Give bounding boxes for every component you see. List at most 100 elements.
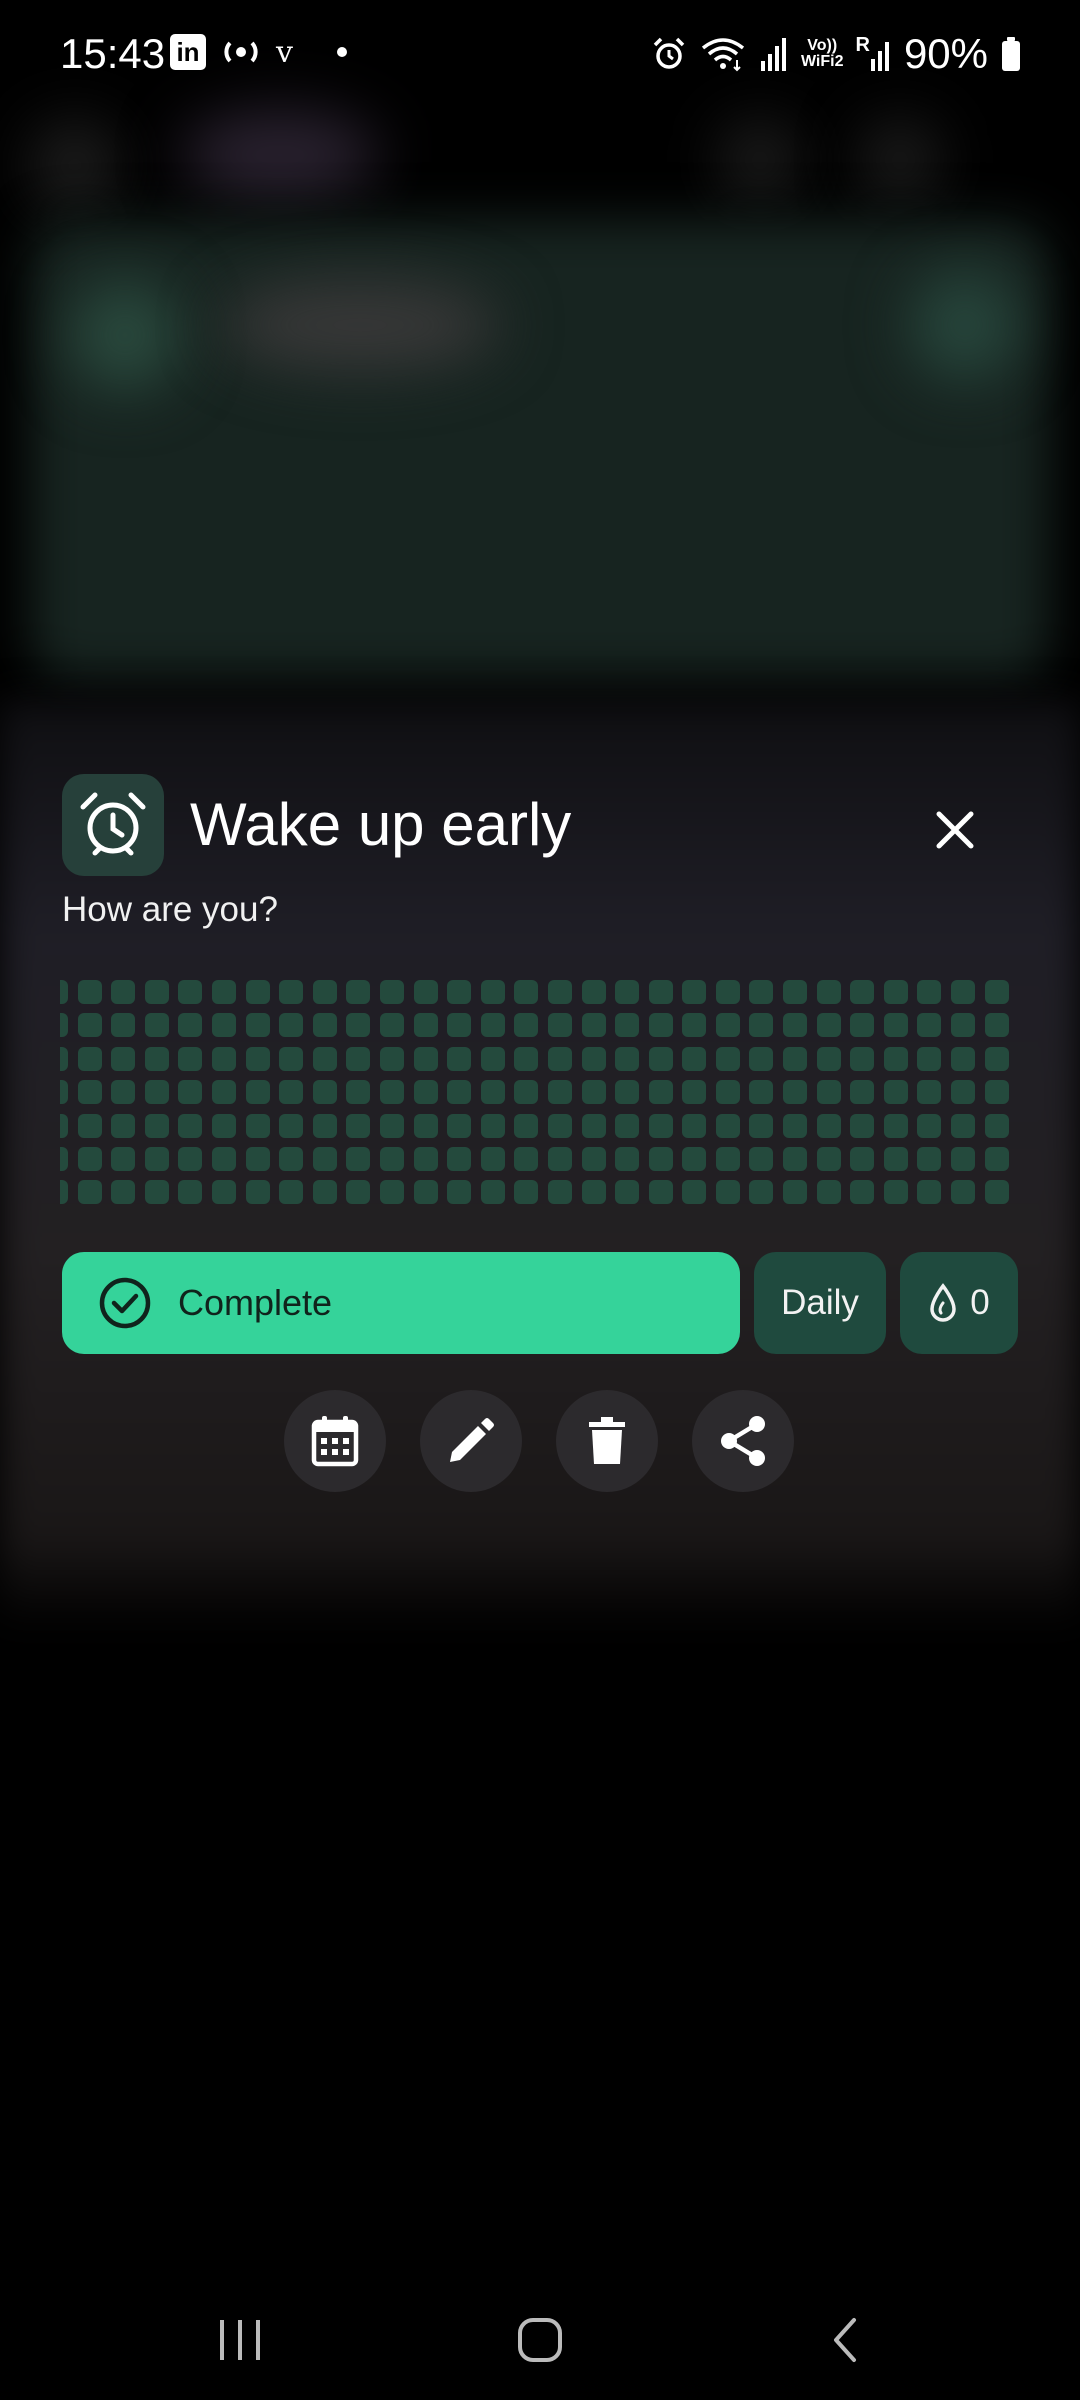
habit-icon-box: [62, 774, 164, 876]
frequency-chip[interactable]: Daily: [754, 1252, 886, 1354]
habit-title: Wake up early: [190, 791, 572, 858]
heatmap-cell: [111, 1013, 136, 1038]
heatmap-cell: [346, 1113, 371, 1138]
heatmap-cell: [783, 1146, 808, 1171]
recent-apps-button[interactable]: [190, 2300, 290, 2380]
v-icon: v: [276, 34, 293, 70]
heatmap-cell: [447, 1146, 472, 1171]
heatmap-cell: [615, 980, 640, 1004]
home-button[interactable]: [490, 2300, 590, 2380]
heatmap-cell: [379, 980, 404, 1004]
heatmap-cell: [883, 1146, 908, 1171]
heatmap-cell: [615, 1013, 640, 1038]
heatmap-cell: [749, 1080, 774, 1105]
share-button[interactable]: [692, 1390, 794, 1492]
heatmap-cell: [547, 1180, 572, 1205]
heatmap-cell: [245, 1146, 270, 1171]
heatmap-cell: [984, 1146, 1009, 1171]
wifi-icon: [701, 38, 745, 72]
heatmap-cell: [715, 1046, 740, 1071]
heatmap-cell: [279, 1046, 304, 1071]
heatmap-cell: [77, 980, 102, 1004]
heatmap-cell: [245, 980, 270, 1004]
heatmap-cell: [144, 980, 169, 1004]
heatmap-cell: [346, 1146, 371, 1171]
heatmap-cell: [917, 1080, 942, 1105]
heatmap-cell: [60, 1113, 68, 1138]
heatmap-cell: [413, 1046, 438, 1071]
delete-button[interactable]: [556, 1390, 658, 1492]
heatmap-cell: [917, 1146, 942, 1171]
heatmap-cell: [413, 1113, 438, 1138]
heatmap-cell: [447, 1013, 472, 1038]
wifi2-text: WiFi2: [800, 53, 844, 70]
heatmap-cell: [77, 1113, 102, 1138]
heatmap-cell: [346, 1013, 371, 1038]
trash-icon: [589, 1417, 625, 1464]
heatmap-cell: [480, 1113, 505, 1138]
heatmap-cell: [615, 1080, 640, 1105]
heatmap-cell: [111, 1080, 136, 1105]
heatmap-cell: [211, 1046, 236, 1071]
heatmap-cell: [783, 1013, 808, 1038]
streak-count: 0: [970, 1283, 990, 1322]
heatmap-cell: [547, 980, 572, 1004]
pencil-icon: [450, 1418, 494, 1462]
heatmap-cell: [715, 980, 740, 1004]
calendar-button[interactable]: [284, 1390, 386, 1492]
heatmap-cell: [850, 1113, 875, 1138]
heatmap-cell: [816, 980, 841, 1004]
heatmap-cell: [480, 1146, 505, 1171]
heatmap-cell: [60, 1080, 68, 1105]
heatmap-cell: [447, 1080, 472, 1105]
heatmap-cell: [850, 1180, 875, 1205]
heatmap-cell: [547, 1146, 572, 1171]
heatmap-cell: [917, 1180, 942, 1205]
bg-blob: [860, 120, 940, 200]
heatmap-cell: [615, 1113, 640, 1138]
heatmap-cell: [581, 1146, 606, 1171]
heatmap-cell: [984, 1113, 1009, 1138]
heatmap-cell: [111, 1113, 136, 1138]
heatmap-cell: [480, 1180, 505, 1205]
heatmap-cell: [951, 1013, 976, 1038]
heatmap-cell: [984, 980, 1009, 1004]
heatmap-cell: [951, 1080, 976, 1105]
battery-icon: [1002, 37, 1020, 71]
battery-percent: 90%: [903, 30, 988, 77]
heatmap-cell: [144, 1180, 169, 1205]
heatmap-cell: [312, 1113, 337, 1138]
bg-blob: [220, 280, 500, 370]
heatmap-cell: [850, 1013, 875, 1038]
streak-chip[interactable]: 0: [900, 1252, 1018, 1354]
heatmap-cell: [60, 980, 68, 1004]
recent-apps-icon: [220, 2320, 260, 2360]
heatmap-cell: [77, 1080, 102, 1105]
habit-heatmap: [60, 980, 1012, 1220]
signal-bars-icon: [870, 42, 889, 71]
heatmap-cell: [715, 1180, 740, 1205]
close-button[interactable]: [915, 790, 995, 870]
complete-button[interactable]: Complete: [62, 1252, 740, 1354]
heatmap-cell: [77, 1180, 102, 1205]
heatmap-cell: [682, 1046, 707, 1071]
back-button[interactable]: [795, 2300, 895, 2380]
heatmap-cell: [581, 980, 606, 1004]
dot-icon: [336, 47, 347, 57]
edit-button[interactable]: [420, 1390, 522, 1492]
heatmap-cell: [749, 1046, 774, 1071]
volte-wifi-icon: Vo)) WiFi2: [801, 38, 844, 70]
heatmap-cell: [514, 980, 539, 1004]
heatmap-cell: [883, 1180, 908, 1205]
heatmap-cell: [581, 1113, 606, 1138]
heatmap-cell: [60, 1046, 68, 1071]
heatmap-cell: [917, 1013, 942, 1038]
heatmap-cell: [178, 1146, 203, 1171]
navigation-bar: [0, 2260, 1080, 2400]
heatmap-cell: [648, 1146, 673, 1171]
status-right-icons: Vo)) WiFi2 R 90%: [651, 30, 1022, 78]
heatmap-cell: [379, 1080, 404, 1105]
heatmap-cell: [480, 1080, 505, 1105]
heatmap-cell: [312, 1146, 337, 1171]
heatmap-cell: [783, 1113, 808, 1138]
